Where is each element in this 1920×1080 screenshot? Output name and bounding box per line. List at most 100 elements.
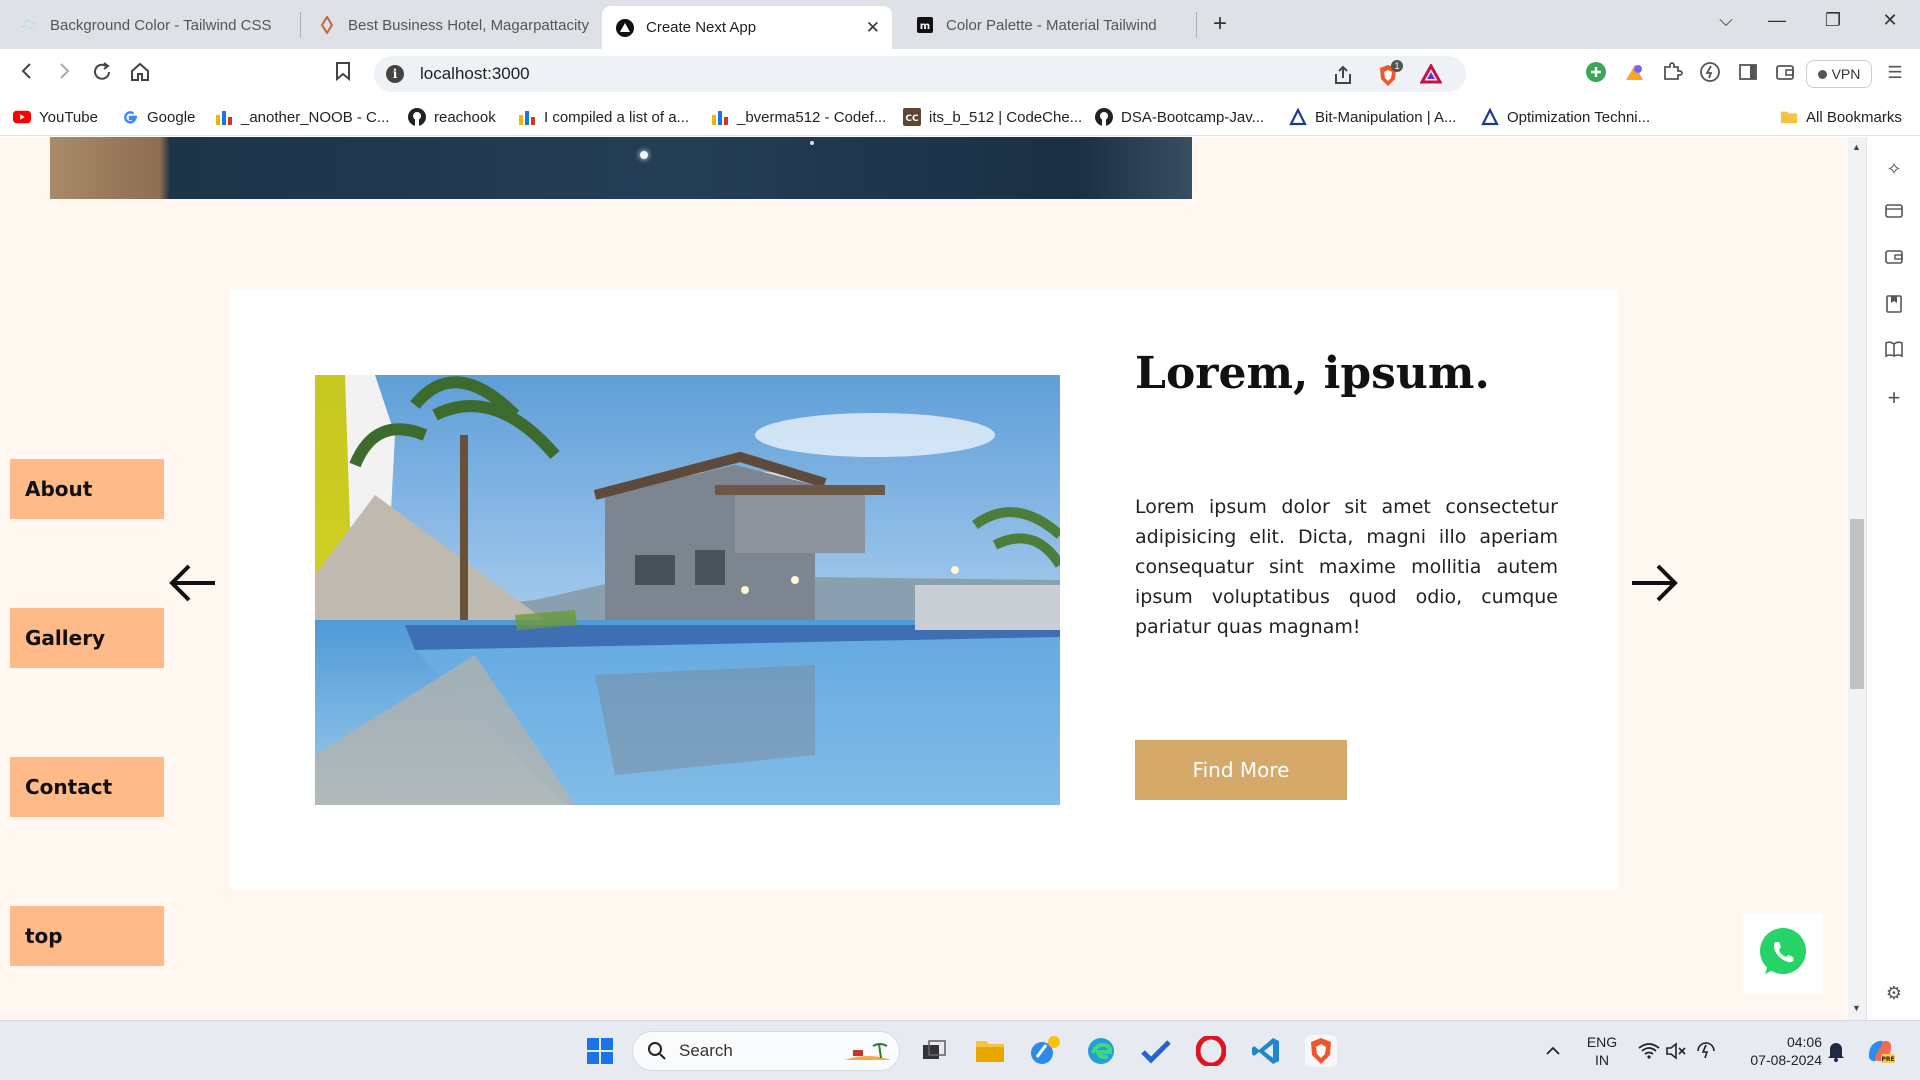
bookmark-another-noob[interactable]: _another_NOOB - C... xyxy=(215,107,389,127)
leo-ai-icon[interactable]: ✧ xyxy=(1882,157,1906,181)
bookmark-youtube[interactable]: YouTube xyxy=(13,107,98,127)
tab-separator xyxy=(300,12,301,38)
vpn-status-icon xyxy=(1817,69,1827,79)
tab-list-chevron-icon[interactable]: ⌵ xyxy=(1712,10,1740,31)
clock-time: 04:06 xyxy=(1786,1034,1822,1050)
edge-icon[interactable] xyxy=(1085,1035,1117,1067)
copilot-icon[interactable]: PRE xyxy=(1864,1035,1896,1067)
bookmarks-panel-icon[interactable] xyxy=(1882,294,1906,318)
bookmark-compiled-list[interactable]: I compiled a list of a... xyxy=(518,107,689,127)
bars-icon xyxy=(518,108,536,126)
scroll-down-icon[interactable]: ▼ xyxy=(1852,1003,1861,1013)
home-icon[interactable] xyxy=(127,61,153,87)
bookmark-label: All Bookmarks xyxy=(1806,108,1902,126)
notification-bell-icon[interactable] xyxy=(1820,1035,1852,1067)
site-info-icon[interactable]: i xyxy=(386,65,404,83)
page-viewport: Lorem, ipsum. Lorem ipsum dolor sit amet… xyxy=(0,137,1848,1020)
codechef-icon: CC xyxy=(903,108,921,126)
browser-tab-strip: Background Color - Tailwind CSS Best Bus… xyxy=(0,0,1920,49)
google-icon xyxy=(121,108,139,126)
back-icon[interactable] xyxy=(14,61,40,87)
close-window-icon[interactable]: ✕ xyxy=(1876,10,1904,31)
reload-icon[interactable] xyxy=(89,61,115,87)
side-nav-top[interactable]: top xyxy=(10,906,164,966)
brave-taskbar-icon[interactable] xyxy=(1305,1035,1337,1067)
tab-tailwind-bg[interactable]: Background Color - Tailwind CSS xyxy=(6,6,296,44)
brave-shields-icon[interactable]: 1 xyxy=(1377,60,1403,86)
todo-icon[interactable] xyxy=(1140,1035,1172,1067)
bookmark-label: _another_NOOB - C... xyxy=(241,108,390,126)
file-explorer-icon[interactable] xyxy=(974,1035,1006,1067)
settings-gear-icon[interactable]: ⚙ xyxy=(1882,981,1906,1005)
menu-icon[interactable]: ☰ xyxy=(1883,61,1907,85)
extension-color-icon[interactable] xyxy=(1622,61,1646,85)
tab-title: Best Business Hotel, Magarpattacity xyxy=(348,16,589,34)
language-label: ENG xyxy=(1586,1034,1618,1050)
bookmark-label: reachook xyxy=(434,108,496,126)
vpn-button[interactable]: VPN xyxy=(1806,60,1872,88)
wallet-icon[interactable] xyxy=(1773,61,1797,85)
side-nav-contact[interactable]: Contact xyxy=(10,757,164,817)
opera-icon[interactable] xyxy=(1195,1035,1227,1067)
tab-hotel[interactable]: Best Business Hotel, Magarpattacity xyxy=(304,6,594,44)
task-view-icon[interactable] xyxy=(918,1035,950,1067)
restore-icon[interactable]: ❐ xyxy=(1819,10,1847,31)
shields-badge: 1 xyxy=(1391,60,1403,72)
bookmark-codechef[interactable]: CC its_b_512 | CodeChe... xyxy=(903,107,1082,127)
scrollbar-thumb[interactable] xyxy=(1850,519,1864,689)
bookmark-bit-manipulation[interactable]: Bit-Manipulation | A... xyxy=(1289,107,1456,127)
bookmark-icon[interactable] xyxy=(330,61,356,87)
system-clock[interactable]: 04:06 07-08-2024 xyxy=(1732,1033,1822,1069)
side-nav-about[interactable]: About xyxy=(10,459,164,519)
vscode-icon[interactable] xyxy=(1250,1035,1282,1067)
brave-rewards-icon[interactable] xyxy=(1419,62,1443,86)
weather-app-icon[interactable] xyxy=(1030,1035,1062,1067)
browser-side-panel: ✧ + ⚙ xyxy=(1866,137,1920,1020)
svg-text:PRE: PRE xyxy=(1881,1056,1894,1063)
windows-start-icon[interactable] xyxy=(584,1035,616,1067)
input-language[interactable]: ENG IN xyxy=(1582,1033,1622,1069)
add-panel-icon[interactable]: + xyxy=(1882,386,1906,410)
page-scrollbar[interactable]: ▲ ▼ xyxy=(1848,137,1866,1020)
whatsapp-button[interactable] xyxy=(1743,914,1823,994)
sidebar-toggle-icon[interactable] xyxy=(1736,61,1760,85)
hero-light xyxy=(640,151,648,159)
speed-dial-icon[interactable] xyxy=(1698,61,1722,85)
tab-create-next-app[interactable]: Create Next App ✕ xyxy=(602,6,892,49)
bookmark-bverma[interactable]: _bverma512 - Codef... xyxy=(711,107,886,127)
card-title: Lorem, ipsum. xyxy=(1135,348,1490,399)
taskbar-search[interactable]: Search xyxy=(632,1031,900,1071)
wallet-panel-icon[interactable] xyxy=(1882,248,1906,272)
bookmark-optimization[interactable]: Optimization Techni... xyxy=(1481,107,1650,127)
address-bar[interactable]: i localhost:3000 1 xyxy=(374,56,1466,92)
bookmark-reachook[interactable]: reachook xyxy=(408,107,496,127)
close-tab-icon[interactable]: ✕ xyxy=(866,18,880,38)
share-icon[interactable] xyxy=(1332,64,1354,86)
algo-icon xyxy=(1481,108,1499,126)
reading-list-icon[interactable] xyxy=(1882,340,1906,364)
bookmark-google[interactable]: Google xyxy=(121,107,195,127)
folder-icon xyxy=(1780,108,1798,126)
side-nav-gallery[interactable]: Gallery xyxy=(10,608,164,668)
all-bookmarks[interactable]: All Bookmarks xyxy=(1780,107,1902,127)
hotel-pool-photo xyxy=(315,375,1060,805)
battery-charging-icon[interactable] xyxy=(1690,1035,1722,1067)
extensions-puzzle-icon[interactable] xyxy=(1660,61,1684,85)
extension-green-plus-icon[interactable] xyxy=(1584,61,1608,85)
url-text: localhost:3000 xyxy=(420,64,530,83)
algo-icon xyxy=(1289,108,1307,126)
bookmark-dsa-bootcamp[interactable]: DSA-Bootcamp-Jav... xyxy=(1095,107,1264,127)
tray-overflow-chevron-icon[interactable] xyxy=(1537,1035,1569,1067)
tailwind-icon xyxy=(20,16,38,34)
find-more-button[interactable]: Find More xyxy=(1135,740,1347,800)
media-icon[interactable] xyxy=(1882,202,1906,226)
volume-muted-icon[interactable] xyxy=(1660,1035,1692,1067)
vpn-label: VPN xyxy=(1831,66,1861,82)
forward-icon[interactable] xyxy=(51,61,77,87)
tab-material-tailwind[interactable]: m Color Palette - Material Tailwind xyxy=(902,6,1192,44)
minimize-icon[interactable]: — xyxy=(1763,10,1791,31)
scroll-up-icon[interactable]: ▲ xyxy=(1852,142,1861,152)
new-tab-button[interactable]: + xyxy=(1206,10,1234,38)
carousel-next-arrow-icon[interactable] xyxy=(1628,557,1680,609)
carousel-prev-arrow-icon[interactable] xyxy=(167,557,219,609)
